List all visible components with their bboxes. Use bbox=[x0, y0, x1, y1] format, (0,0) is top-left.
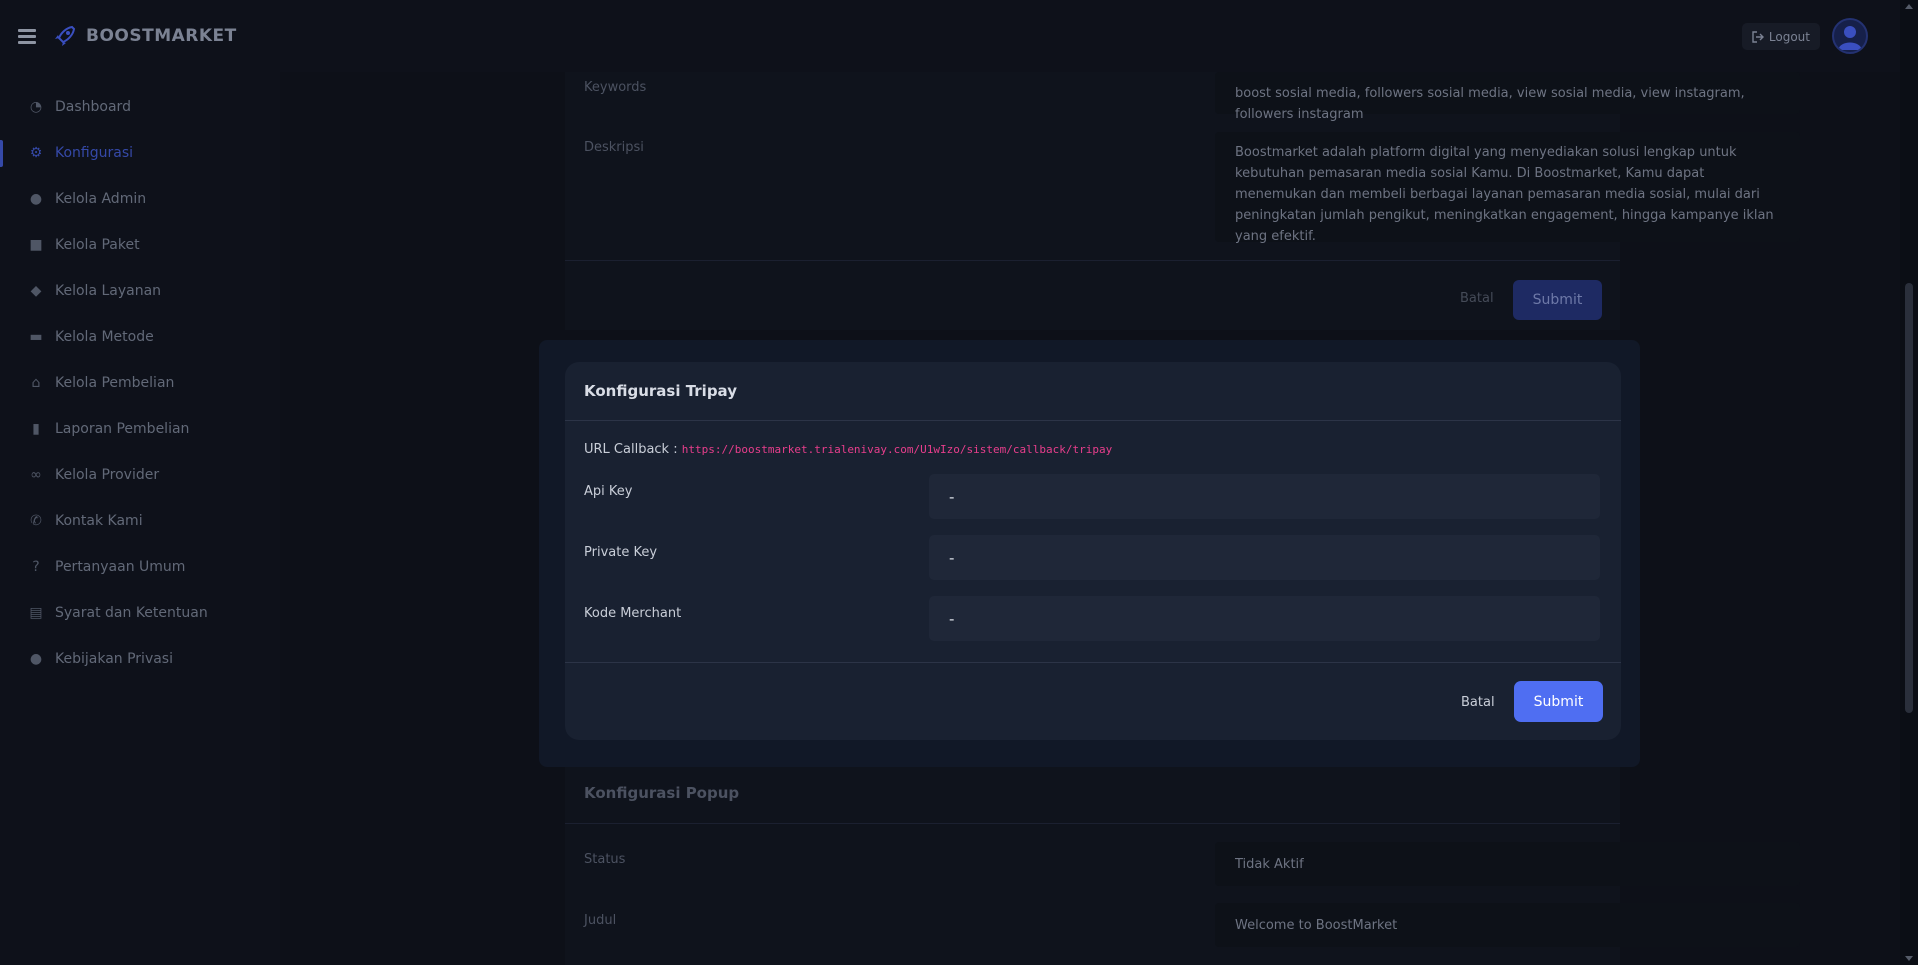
sidebar-item-label: Dashboard bbox=[55, 99, 131, 115]
status-select[interactable]: Tidak Aktif bbox=[1215, 842, 1800, 886]
sidebar-item-pertanyaan-umum[interactable]: ? Pertanyaan Umum bbox=[0, 544, 280, 590]
sidebar-item-label: Kontak Kami bbox=[55, 513, 143, 529]
top-navbar: BOOSTMARKET Logout bbox=[0, 0, 1900, 72]
sidebar-item-kebijakan-privasi[interactable]: ● Kebijakan Privasi bbox=[0, 636, 280, 682]
file-contract-icon: ▤ bbox=[29, 605, 43, 621]
sidebar-item-label: Kelola Provider bbox=[55, 467, 160, 483]
seo-config-card: Keywords boost sosial media, followers s… bbox=[565, 72, 1800, 330]
scrollbar-thumb[interactable] bbox=[1905, 283, 1913, 713]
sidebar-item-kontak-kami[interactable]: ✆ Kontak Kami bbox=[0, 498, 280, 544]
sidebar-item-label: Kelola Layanan bbox=[55, 283, 162, 299]
scroll-down-icon[interactable] bbox=[1905, 956, 1913, 961]
tripay-config-modal: Konfigurasi Tripay URL Callback : https:… bbox=[539, 340, 1640, 767]
box-icon: ■ bbox=[29, 237, 43, 253]
sidebar-item-label: Konfigurasi bbox=[55, 145, 134, 161]
judul-input[interactable]: Welcome to BoostMarket bbox=[1215, 903, 1800, 947]
hamburger-menu-icon[interactable] bbox=[18, 28, 36, 44]
logout-button[interactable]: Logout bbox=[1741, 23, 1820, 50]
private-key-input[interactable] bbox=[929, 535, 1600, 580]
tags-icon: ◆ bbox=[30, 283, 42, 299]
callback-row: URL Callback : https://boostmarket.trial… bbox=[584, 442, 1112, 457]
deskripsi-label: Deskripsi bbox=[584, 140, 644, 155]
question-icon: ? bbox=[32, 559, 40, 575]
credit-card-icon: ▬ bbox=[29, 329, 43, 345]
modal-batal-button[interactable]: Batal bbox=[1461, 695, 1495, 710]
modal-divider bbox=[565, 420, 1621, 421]
sidebar-item-label: Pertanyaan Umum bbox=[55, 559, 186, 575]
sidebar-item-kelola-admin[interactable]: ● Kelola Admin bbox=[0, 176, 280, 222]
private-key-label: Private Key bbox=[584, 545, 658, 560]
seo-submit-button[interactable]: Submit bbox=[1513, 280, 1602, 320]
sidebar-item-kelola-paket[interactable]: ■ Kelola Paket bbox=[0, 222, 280, 268]
keywords-input[interactable]: boost sosial media, followers sosial med… bbox=[1215, 72, 1800, 122]
gauge-icon: ◔ bbox=[29, 99, 43, 115]
sidebar-item-kelola-pembelian[interactable]: ⌂ Kelola Pembelian bbox=[0, 360, 280, 406]
logout-label: Logout bbox=[1768, 29, 1810, 44]
phone-icon: ✆ bbox=[30, 513, 42, 529]
sidebar-item-label: Kebijakan Privasi bbox=[55, 651, 173, 667]
sidebar-item-label: Syarat dan Ketentuan bbox=[55, 605, 208, 621]
api-key-input[interactable] bbox=[929, 474, 1600, 519]
sign-out-icon bbox=[1752, 30, 1764, 43]
sidebar-item-label: Kelola Paket bbox=[55, 237, 140, 253]
user-shield-icon: ● bbox=[29, 651, 43, 667]
brand-logo[interactable]: BOOSTMARKET bbox=[52, 23, 237, 49]
card-divider bbox=[565, 823, 1620, 824]
merchant-code-input[interactable] bbox=[929, 596, 1600, 641]
sidebar-item-kelola-metode[interactable]: ▬ Kelola Metode bbox=[0, 314, 280, 360]
callback-url: https://boostmarket.trialenivay.com/U1wI… bbox=[681, 443, 1113, 456]
sidebar-item-dashboard[interactable]: ◔ Dashboard bbox=[0, 84, 280, 130]
card-divider bbox=[565, 260, 1620, 261]
sidebar-item-syarat-ketentuan[interactable]: ▤ Syarat dan Ketentuan bbox=[0, 590, 280, 636]
scroll-up-icon[interactable] bbox=[1905, 4, 1913, 9]
modal-card: Konfigurasi Tripay URL Callback : https:… bbox=[565, 362, 1621, 740]
sidebar-item-label: Kelola Admin bbox=[55, 191, 147, 207]
modal-title: Konfigurasi Tripay bbox=[584, 382, 737, 400]
page-scrollbar[interactable] bbox=[1900, 0, 1918, 965]
sidebar-item-label: Kelola Pembelian bbox=[55, 375, 175, 391]
keywords-label: Keywords bbox=[584, 80, 647, 95]
merchant-code-label: Kode Merchant bbox=[584, 606, 682, 621]
sidebar-item-kelola-layanan[interactable]: ◆ Kelola Layanan bbox=[0, 268, 280, 314]
basket-icon: ⌂ bbox=[31, 375, 41, 391]
gears-icon: ⚙ bbox=[29, 145, 43, 161]
judul-label: Judul bbox=[584, 913, 617, 928]
popup-config-card: Konfigurasi Popup Status Tidak Aktif Jud… bbox=[565, 764, 1800, 965]
file-icon: ▮ bbox=[32, 421, 40, 437]
link-icon: ∞ bbox=[30, 467, 42, 483]
sidebar-item-konfigurasi[interactable]: ⚙ Konfigurasi bbox=[0, 130, 280, 176]
user-gear-icon: ● bbox=[29, 191, 43, 207]
modal-submit-button[interactable]: Submit bbox=[1514, 681, 1603, 722]
sidebar-item-kelola-provider[interactable]: ∞ Kelola Provider bbox=[0, 452, 280, 498]
user-icon bbox=[1838, 26, 1862, 50]
sidebar-item-laporan-pembelian[interactable]: ▮ Laporan Pembelian bbox=[0, 406, 280, 452]
brand-name: BOOSTMARKET bbox=[86, 26, 237, 46]
seo-batal-button[interactable]: Batal bbox=[1460, 291, 1494, 306]
user-avatar[interactable] bbox=[1832, 18, 1868, 54]
callback-label: URL Callback : bbox=[584, 442, 678, 457]
status-label: Status bbox=[584, 852, 626, 867]
sidebar-item-label: Laporan Pembelian bbox=[55, 421, 190, 437]
rocket-icon bbox=[55, 25, 76, 46]
sidebar-item-label: Kelola Metode bbox=[55, 329, 154, 345]
sidebar: ◔ Dashboard ⚙ Konfigurasi ● Kelola Admin… bbox=[0, 72, 280, 965]
popup-card-title: Konfigurasi Popup bbox=[584, 784, 740, 802]
api-key-label: Api Key bbox=[584, 484, 633, 499]
modal-divider bbox=[565, 662, 1621, 663]
deskripsi-textarea[interactable]: Boostmarket adalah platform digital yang… bbox=[1215, 132, 1800, 244]
